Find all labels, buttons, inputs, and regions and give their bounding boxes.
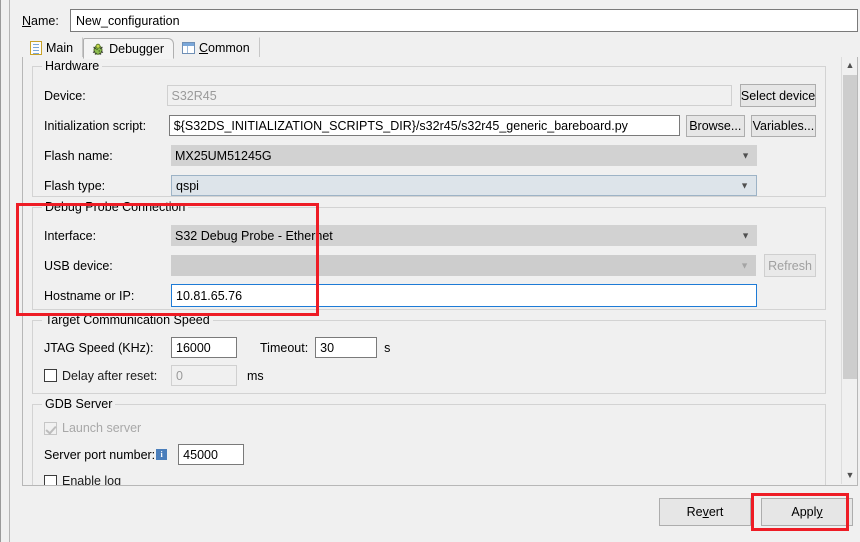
delay-after-reset-row: Delay after reset: ms bbox=[44, 364, 264, 387]
dialog-body: Name: Main Debugger bbox=[9, 0, 860, 542]
apply-button-label: Apply bbox=[791, 505, 823, 519]
server-port-row: Server port number: i bbox=[44, 443, 245, 466]
variables-button[interactable]: Variables... bbox=[750, 114, 816, 137]
configuration-name-label: Name: bbox=[22, 13, 59, 28]
enable-log-checkbox[interactable]: Enable log bbox=[44, 474, 122, 486]
revert-button-label: Revert bbox=[686, 505, 724, 519]
table-icon bbox=[182, 42, 195, 54]
configuration-name-input[interactable] bbox=[70, 9, 858, 32]
server-port-label-wrap: Server port number: i bbox=[44, 447, 168, 462]
tab-debugger[interactable]: Debugger bbox=[83, 38, 174, 59]
flash-name-label: Flash name: bbox=[44, 148, 113, 163]
interface-combo[interactable]: S32 Debug Probe - Ethernet ▼ bbox=[171, 225, 757, 246]
checkbox-glyph bbox=[44, 474, 57, 485]
chevron-down-icon: ▼ bbox=[740, 180, 749, 190]
flash-name-combo[interactable]: MX25UM51245G ▼ bbox=[171, 145, 757, 166]
apply-button[interactable]: Apply bbox=[761, 498, 853, 526]
bug-icon bbox=[91, 42, 105, 56]
usb-device-row: USB device: ▼ Refresh bbox=[44, 254, 816, 277]
dialog-footer: Revert Apply bbox=[22, 494, 858, 528]
info-icon[interactable]: i bbox=[156, 449, 168, 460]
document-icon bbox=[30, 41, 42, 55]
interface-label: Interface: bbox=[44, 228, 97, 243]
scroll-down-arrow-icon[interactable]: ▼ bbox=[842, 467, 857, 484]
delay-after-reset-label: Delay after reset: bbox=[62, 368, 158, 383]
debug-probe-group-title: Debug Probe Connection bbox=[42, 200, 189, 214]
refresh-button[interactable]: Refresh bbox=[764, 254, 816, 277]
flash-type-value: qspi bbox=[176, 178, 199, 193]
configuration-name-row: Name: bbox=[22, 8, 858, 33]
server-port-label: Server port number: bbox=[44, 447, 156, 462]
usb-device-combo[interactable]: ▼ bbox=[170, 255, 757, 276]
scrollbar-thumb[interactable] bbox=[843, 75, 857, 379]
gdb-server-group: GDB Server Launch server Server port num… bbox=[32, 397, 826, 486]
timeout-unit: s bbox=[384, 340, 391, 355]
debug-probe-connection-group: Debug Probe Connection Interface: S32 De… bbox=[32, 200, 826, 310]
tab-bar: Main Debugger Common bbox=[22, 36, 858, 59]
initialization-script-input[interactable] bbox=[168, 115, 680, 136]
server-port-input[interactable] bbox=[178, 444, 245, 465]
interface-row: Interface: S32 Debug Probe - Ethernet ▼ bbox=[44, 224, 816, 247]
scroll-up-arrow-icon[interactable]: ▲ bbox=[842, 57, 857, 74]
tab-main[interactable]: Main bbox=[22, 37, 84, 58]
delay-after-reset-input[interactable] bbox=[171, 365, 237, 386]
checkbox-checked-disabled-glyph bbox=[44, 421, 57, 435]
flash-type-row: Flash type: qspi ▼ bbox=[44, 174, 816, 197]
launch-server-checkbox[interactable]: Launch server bbox=[44, 421, 141, 435]
hardware-group-title: Hardware bbox=[42, 59, 103, 73]
hardware-group: Hardware Device: Select device Initializ… bbox=[32, 59, 826, 197]
flash-type-label: Flash type: bbox=[44, 178, 106, 193]
vertical-scrollbar[interactable]: ▲ ▼ bbox=[841, 57, 857, 484]
launch-configuration-dialog: Name: Main Debugger bbox=[0, 0, 860, 542]
select-device-button[interactable]: Select device bbox=[740, 84, 816, 107]
device-label: Device: bbox=[44, 88, 86, 103]
gdb-server-group-title: GDB Server bbox=[42, 397, 116, 411]
enable-log-row: Enable log bbox=[44, 471, 122, 486]
tab-main-label: Main bbox=[46, 41, 74, 55]
launch-server-row: Launch server bbox=[44, 418, 141, 438]
debugger-settings-panel: Hardware Device: Select device Initializ… bbox=[22, 57, 858, 486]
timeout-input[interactable] bbox=[315, 337, 378, 358]
flash-name-value: MX25UM51245G bbox=[175, 148, 272, 163]
device-row: Device: Select device bbox=[44, 84, 816, 107]
revert-button[interactable]: Revert bbox=[659, 498, 751, 526]
tab-common[interactable]: Common bbox=[174, 37, 260, 58]
delay-unit: ms bbox=[247, 368, 264, 383]
tab-debugger-label: Debugger bbox=[109, 41, 164, 56]
device-input[interactable] bbox=[166, 85, 733, 106]
jtag-speed-input[interactable] bbox=[171, 337, 237, 358]
usb-device-label: USB device: bbox=[44, 258, 113, 273]
chevron-down-icon: ▼ bbox=[741, 230, 750, 240]
timeout-label: Timeout: bbox=[260, 340, 309, 355]
hostname-input[interactable] bbox=[171, 284, 757, 307]
delay-after-reset-checkbox[interactable]: Delay after reset: bbox=[44, 369, 171, 383]
chevron-down-icon: ▼ bbox=[740, 260, 750, 270]
interface-value: S32 Debug Probe - Ethernet bbox=[175, 228, 333, 243]
target-communication-speed-group: Target Communication Speed JTAG Speed (K… bbox=[32, 313, 826, 394]
jtag-speed-row: JTAG Speed (KHz): Timeout: s bbox=[44, 336, 390, 359]
target-speed-group-title: Target Communication Speed bbox=[42, 313, 213, 327]
browse-button[interactable]: Browse... bbox=[685, 114, 745, 137]
flash-name-row: Flash name: MX25UM51245G ▼ bbox=[44, 144, 816, 167]
checkbox-glyph bbox=[44, 369, 57, 382]
initialization-script-row: Initialization script: Browse... Variabl… bbox=[44, 114, 816, 137]
hostname-label: Hostname or IP: bbox=[44, 288, 135, 303]
launch-server-label: Launch server bbox=[62, 421, 142, 435]
enable-log-label: Enable log bbox=[62, 474, 122, 486]
flash-type-combo[interactable]: qspi ▼ bbox=[171, 175, 757, 196]
tab-common-label: Common bbox=[199, 41, 250, 55]
hostname-row: Hostname or IP: bbox=[44, 284, 816, 307]
initialization-script-label: Initialization script: bbox=[44, 118, 147, 133]
chevron-down-icon: ▼ bbox=[741, 150, 750, 160]
jtag-speed-label: JTAG Speed (KHz): bbox=[44, 340, 154, 355]
debugger-settings-content: Hardware Device: Select device Initializ… bbox=[23, 57, 843, 486]
